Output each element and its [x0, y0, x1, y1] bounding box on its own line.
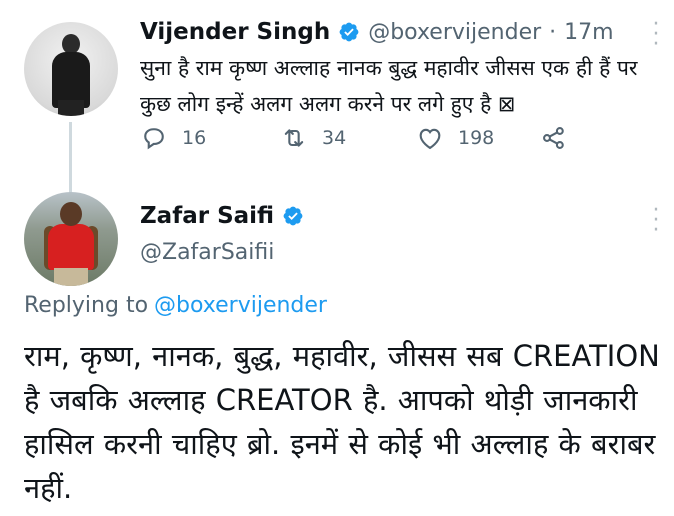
verified-badge-icon	[282, 205, 304, 227]
thread-connector-line	[69, 122, 72, 202]
tweet-timestamp[interactable]: 17m	[564, 20, 613, 45]
reply-author-name[interactable]: Zafar Saifi	[140, 203, 274, 229]
reply-author-avatar[interactable]	[24, 192, 118, 286]
reply-icon	[144, 128, 164, 150]
retweet-button[interactable]: 34	[280, 124, 416, 152]
share-icon	[543, 127, 564, 149]
retweet-icon	[284, 129, 304, 147]
more-options-icon[interactable]: · · ·	[650, 200, 660, 242]
tweet-header: Vijender Singh @boxervijender · 17m	[140, 16, 614, 48]
reply-button[interactable]: 16	[140, 124, 280, 152]
replying-to-mention[interactable]: @boxervijender	[154, 293, 327, 318]
author-handle[interactable]: @boxervijender	[368, 20, 541, 45]
replying-to-label: Replying to	[24, 293, 149, 318]
tweet-actions: 16 34 198	[140, 124, 582, 152]
original-tweet[interactable]: Vijender Singh @boxervijender · 17m · · · …	[0, 0, 674, 202]
author-name[interactable]: Vijender Singh	[140, 19, 330, 45]
share-button[interactable]	[540, 124, 582, 152]
reply-text: राम, कृष्ण, नानक, बुद्ध, महावीर, जीसस सब…	[24, 339, 660, 505]
verified-badge-icon	[338, 21, 360, 43]
time-separator: ·	[549, 19, 557, 45]
like-button[interactable]: 198	[416, 124, 540, 152]
author-avatar[interactable]	[24, 22, 118, 116]
more-options-icon[interactable]: · · ·	[650, 14, 660, 56]
reply-header: Zafar Saifi	[140, 200, 304, 232]
tweet-text: सुना है राम कृष्ण अल्लाह नानक बुद्ध महाव…	[140, 56, 638, 116]
reply-count: 16	[182, 127, 207, 149]
replying-to-line: Replying to @boxervijender	[24, 293, 327, 318]
heart-icon	[419, 128, 441, 150]
like-count: 198	[458, 127, 495, 149]
retweet-count: 34	[322, 127, 347, 149]
reply-author-handle[interactable]: @ZafarSaifii	[140, 240, 274, 265]
